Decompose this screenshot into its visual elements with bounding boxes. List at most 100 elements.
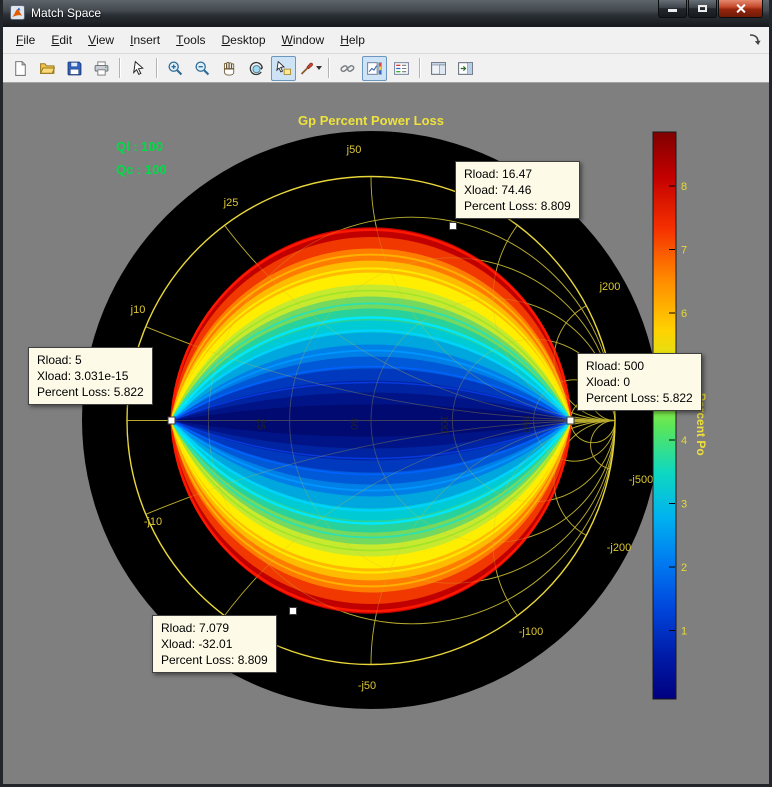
datatip-loss: Percent Loss: 5.822 (586, 391, 693, 405)
datatip-xload: Xload: -32.01 (161, 637, 233, 651)
insert-legend-button[interactable] (389, 56, 414, 81)
toolbar-separator (419, 58, 421, 78)
menu-label: esktop (230, 33, 266, 47)
menu-desktop[interactable]: Desktop (213, 27, 273, 53)
pan-button[interactable] (217, 56, 242, 81)
menu-label: D (221, 33, 231, 47)
hide-plot-tools-button[interactable] (426, 56, 451, 81)
reactance-label: -j50 (358, 680, 376, 692)
menu-insert[interactable]: Insert (122, 27, 168, 53)
menu-label: iew (96, 33, 115, 47)
new-figure-button[interactable] (8, 56, 33, 81)
menu-view[interactable]: View (80, 27, 122, 53)
reactance-label: j10 (130, 304, 146, 316)
menu-bar: File Edit View Insert Tools Desktop Wind… (3, 27, 769, 54)
open-file-button[interactable] (35, 56, 60, 81)
smith-chart-plot[interactable]: 25 50 100 250 j50 j25 j10 j200 -j500 -j2… (3, 83, 769, 784)
data-cursor-button[interactable] (271, 55, 296, 81)
resistance-label: 25 (255, 418, 267, 430)
figure-canvas[interactable]: 25 50 100 250 j50 j25 j10 j200 -j500 -j2… (3, 83, 769, 784)
menu-help[interactable]: Help (332, 27, 373, 53)
minimize-button[interactable] (658, 0, 687, 18)
datatip-bottom[interactable]: Rload: 7.079 Xload: -32.01 Percent Loss:… (152, 615, 277, 673)
datatip-top[interactable]: Rload: 16.47 Xload: 74.46 Percent Loss: … (455, 161, 580, 219)
window-title: Match Space (31, 6, 102, 20)
insert-legend-icon (394, 61, 409, 75)
toolbar-separator (119, 58, 121, 78)
datatip-loss: Percent Loss: 5.822 (37, 385, 144, 399)
reactance-label: -j100 (519, 626, 543, 638)
datatip-rload: Rload: 5 (37, 353, 82, 367)
datatip-loss: Percent Loss: 8.809 (464, 199, 571, 213)
maximize-button[interactable] (688, 0, 717, 18)
menu-label: H (340, 33, 349, 47)
menu-label: T (176, 33, 184, 47)
menu-label: V (88, 33, 97, 47)
datatip-marker-bottom[interactable] (289, 607, 297, 615)
reactance-label: j25 (223, 197, 239, 209)
plot-title: Gp Percent Power Loss (298, 113, 444, 128)
menu-label: W (281, 33, 293, 47)
close-button[interactable] (718, 0, 763, 18)
datatip-marker-top[interactable] (449, 222, 457, 230)
menu-label: nsert (133, 33, 161, 47)
menu-label: dit (59, 33, 73, 47)
reactance-label: j50 (346, 144, 362, 156)
data-cursor-icon (276, 60, 291, 75)
menu-label: ile (23, 33, 36, 47)
reactance-label: -j500 (629, 474, 653, 486)
matlab-icon (10, 5, 25, 20)
datatip-rload: Rload: 500 (586, 359, 645, 373)
link-plot-icon (340, 64, 355, 72)
menu-tools[interactable]: Tools (168, 27, 213, 53)
open-folder-icon (39, 62, 56, 74)
datatip-marker-left[interactable] (167, 416, 176, 425)
rotate-3d-icon (249, 61, 263, 75)
menu-window[interactable]: Window (274, 27, 333, 53)
reactance-label: j200 (599, 281, 621, 293)
ql-label: Ql : 100 (116, 139, 163, 154)
hide-plot-tools-icon (431, 61, 446, 75)
insert-colorbar-button[interactable] (362, 55, 387, 81)
close-icon (735, 3, 746, 14)
brush-button[interactable] (298, 56, 323, 81)
menu-label: ools (183, 33, 206, 47)
menu-label: elp (348, 33, 365, 47)
zoom-out-button[interactable] (190, 56, 215, 81)
colorbar-tick: 8 (681, 181, 687, 193)
datatip-marker-right[interactable] (566, 416, 575, 425)
insert-colorbar-icon (367, 61, 382, 75)
colorbar-tick: 3 (681, 499, 687, 511)
toolbar-separator (328, 58, 330, 78)
datatip-rload: Rload: 7.079 (161, 621, 230, 635)
colorbar-tick: 7 (681, 245, 687, 257)
show-plot-tools-icon (458, 61, 473, 75)
menu-file[interactable]: File (8, 27, 43, 53)
brush-icon (300, 62, 313, 75)
cursor-arrow-icon (133, 60, 144, 75)
colorbar: 8 7 6 5 4 3 2 1 Percent Po (652, 131, 708, 700)
datatip-xload: Xload: 0 (586, 375, 631, 389)
print-figure-button[interactable] (89, 56, 114, 81)
rotate-3d-button[interactable] (244, 56, 269, 81)
figure-toolbar (3, 54, 769, 83)
menu-label: E (51, 33, 60, 47)
maximize-icon (698, 5, 707, 12)
minimize-icon (668, 9, 677, 12)
colorbar-tick: 1 (681, 626, 687, 638)
link-plot-button[interactable] (335, 56, 360, 81)
save-figure-button[interactable] (62, 56, 87, 81)
dock-arrow-icon[interactable] (748, 33, 762, 47)
datatip-xload: Xload: 74.46 (464, 183, 532, 197)
resistance-label: 50 (348, 418, 360, 430)
edit-plot-button[interactable] (126, 56, 151, 81)
colorbar-gradient (652, 131, 677, 700)
zoom-in-button[interactable] (163, 56, 188, 81)
brush-dropdown-icon[interactable] (316, 66, 322, 70)
datatip-right[interactable]: Rload: 500 Xload: 0 Percent Loss: 5.822 (577, 353, 702, 411)
show-plot-tools-button[interactable] (453, 56, 478, 81)
menu-edit[interactable]: Edit (43, 27, 80, 53)
title-bar[interactable]: Match Space (3, 0, 769, 27)
datatip-left[interactable]: Rload: 5 Xload: 3.031e-15 Percent Loss: … (28, 347, 153, 405)
toolbar-separator (156, 58, 158, 78)
